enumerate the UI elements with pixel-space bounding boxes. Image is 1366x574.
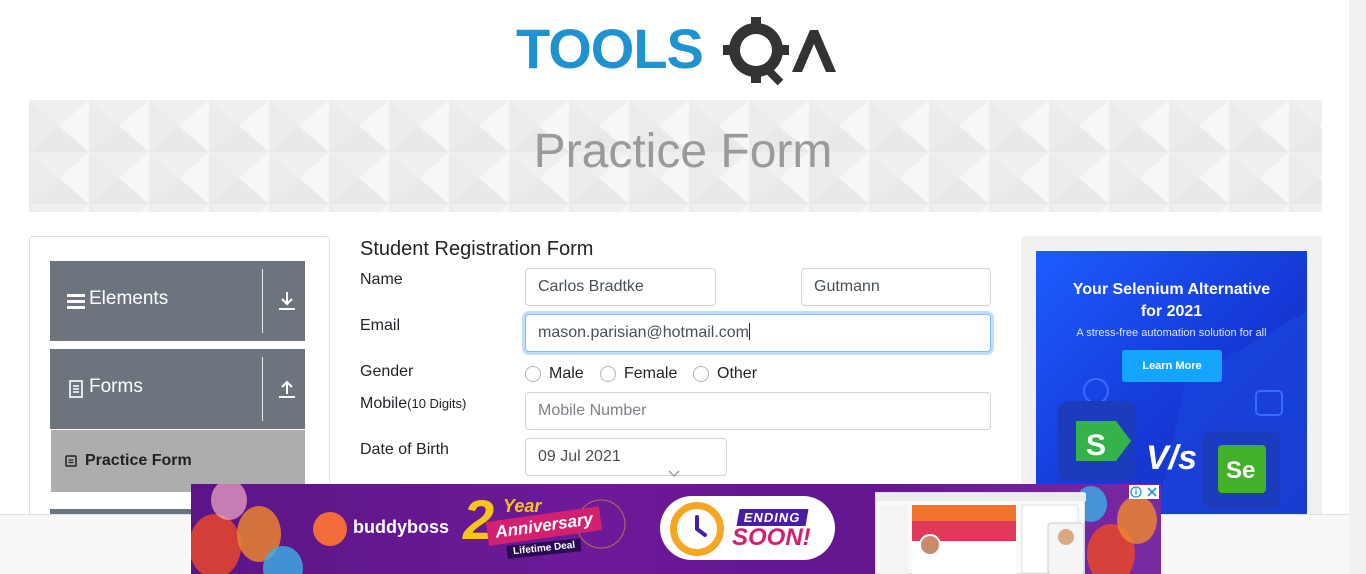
ad-subtext: A stress-free automation solution for al… [1076, 327, 1267, 339]
divider [262, 269, 263, 333]
anniversary-year: Year [503, 496, 542, 516]
document-icon [69, 380, 83, 398]
download-arrow-icon[interactable] [278, 291, 296, 311]
form-title: Student Registration Form [360, 238, 594, 260]
last-name-input[interactable]: Gutmann [801, 268, 991, 306]
mobile-hint: (10 Digits) [407, 396, 467, 411]
first-name-input[interactable]: Carlos Bradtke [525, 268, 716, 306]
radio-circle[interactable] [693, 366, 709, 382]
radio-label: Other [717, 365, 758, 382]
sidebar-item-practice-form[interactable]: Practice Form [51, 430, 305, 492]
gender-radio-male[interactable]: Male [525, 364, 584, 384]
soon-text: SOON! [732, 524, 811, 551]
ad-product-screenshot [875, 492, 1086, 574]
radio-circle[interactable] [525, 366, 541, 382]
gender-radio-female[interactable]: Female [600, 364, 677, 384]
radio-label: Male [549, 365, 584, 382]
sidebar-group-forms[interactable]: Forms [50, 349, 305, 429]
ad-headline: Your Selenium Alternative for 2021 [1036, 279, 1307, 323]
mobile-label: Mobile(10 Digits) [360, 395, 466, 413]
email-value: mason.parisian@hotmail.com [538, 324, 749, 341]
right-ad[interactable]: Your Selenium Alternative for 2021 A stre… [1036, 251, 1307, 514]
sidebar-group-label: Forms [89, 376, 143, 397]
mobile-label-text: Mobile [360, 395, 408, 412]
form-icon [65, 455, 77, 467]
menu-icon [67, 294, 85, 309]
email-label: Email [360, 317, 401, 334]
toolsqa-logo[interactable]: TOOLS [516, 16, 838, 90]
page: TOOLS Practice Form Elements Forms Pract… [0, 0, 1366, 574]
clock-icon [670, 502, 724, 556]
sidebar: Elements Forms Practice Form [29, 236, 330, 526]
sidebar-group-elements[interactable]: Elements [50, 261, 305, 341]
gender-radio-other[interactable]: Other [693, 364, 757, 384]
learn-more-button[interactable]: Learn More [1122, 350, 1222, 382]
name-label: Name [360, 271, 403, 288]
radio-label: Female [624, 365, 678, 382]
dob-label: Date of Birth [360, 441, 449, 458]
sidebar-item-label: Practice Form [85, 452, 192, 469]
page-scrollbar[interactable] [1349, 0, 1366, 574]
upload-arrow-icon[interactable] [278, 379, 296, 399]
radio-circle[interactable] [600, 366, 616, 382]
adchoices-icon[interactable] [1129, 485, 1159, 499]
ad-headline-line: for 2021 [1140, 303, 1203, 320]
divider [262, 357, 263, 421]
date-of-birth-input[interactable]: 09 Jul 2021 [525, 438, 727, 476]
gender-label: Gender [360, 363, 414, 380]
buddyboss-brand: buddyboss [353, 517, 450, 537]
page-title: Practice Form [533, 125, 833, 178]
mobile-input[interactable]: Mobile Number [525, 392, 991, 430]
ad-headline-line: Your Selenium Alternative [1072, 281, 1271, 298]
ad-logo-right: Se [1226, 457, 1256, 484]
svg-text:TOOLS: TOOLS [516, 17, 703, 80]
bottom-ad-banner[interactable]: buddyboss 2 Year Anniversary Lifetime De… [191, 484, 1161, 574]
buddyboss-logo-icon [313, 512, 347, 546]
ending-soon-badge: ENDING SOON! [660, 496, 835, 560]
ad-vs-text: V/s [1146, 439, 1198, 477]
email-input[interactable]: mason.parisian@hotmail.com [525, 314, 991, 352]
ad-logo-left: S [1086, 429, 1107, 462]
sidebar-group-label: Elements [89, 288, 169, 309]
text-caret [749, 323, 750, 340]
chevron-down-icon[interactable] [668, 470, 680, 477]
